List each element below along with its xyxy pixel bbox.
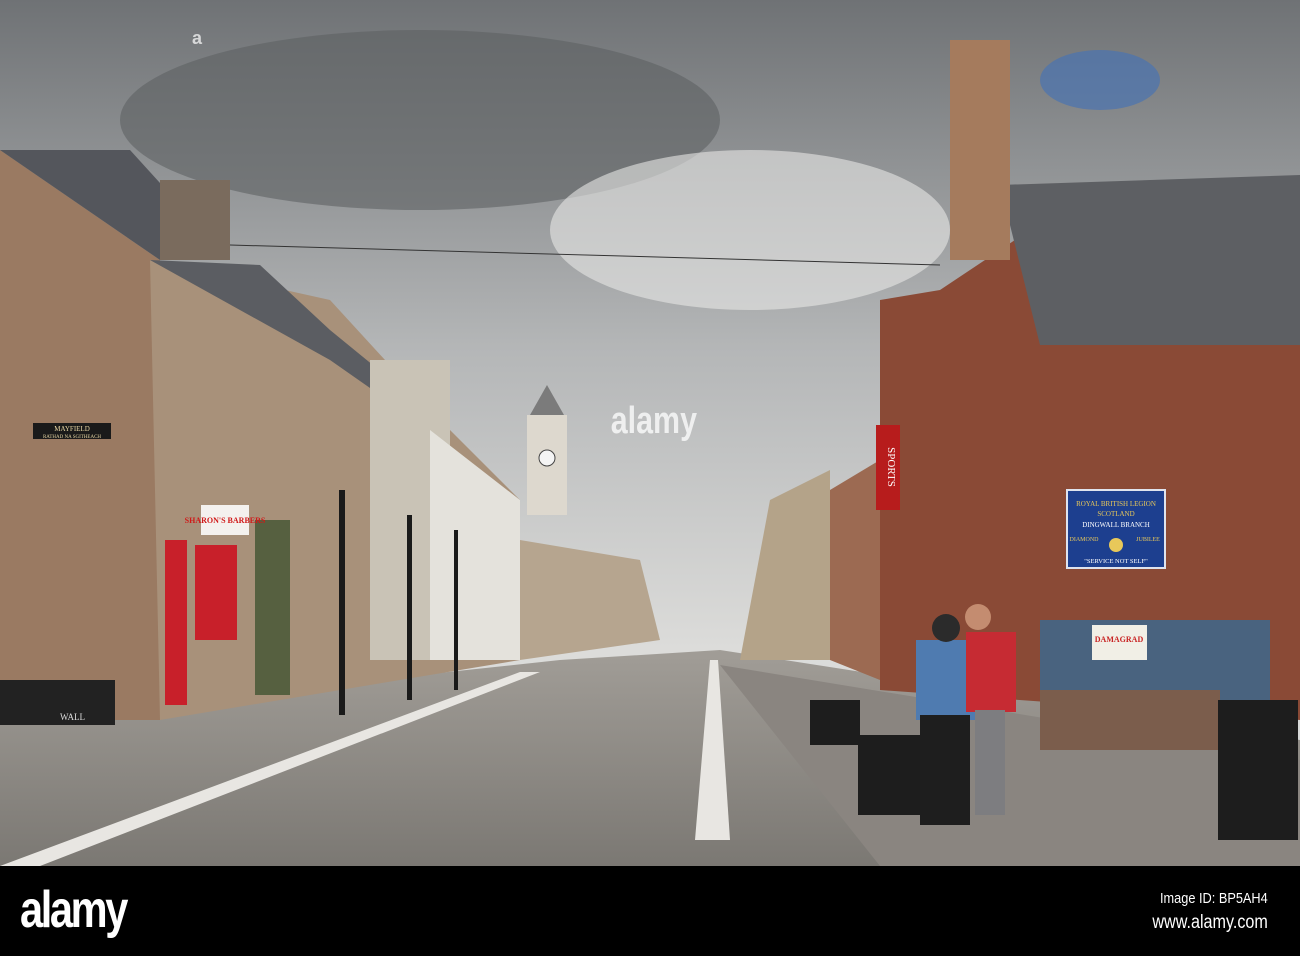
person-head [932,614,960,642]
svg-text:RATHAD NA SGITHEACH: RATHAD NA SGITHEACH [43,435,101,440]
person-denim-legs [920,715,970,825]
planter-right [810,700,860,745]
person-head [965,604,991,630]
right-shops [830,460,880,680]
alamy-logo: alamy [20,881,128,939]
lamp-post [339,490,345,715]
planter-right [858,735,928,815]
svg-text:DIAMOND: DIAMOND [1070,537,1100,543]
svg-text:MAYFIELD: MAYFIELD [54,425,90,433]
lamp-post [454,530,458,690]
planter-text: WALL [60,712,85,722]
royal-british-legion-sign: ROYAL BRITISH LEGION SCOTLAND DINGWALL B… [1066,489,1166,569]
slate-roof-right [1000,175,1300,345]
watermark-small: a [192,28,203,48]
railings [1040,620,1270,700]
chimney [160,180,230,260]
red-shopfront [195,545,237,640]
low-wall [1040,690,1220,750]
site-url: www.alamy.com [1152,912,1268,933]
street-name-sign: MAYFIELD RATHAD NA SGITHEACH [33,423,111,440]
photo-frame: MAYFIELD RATHAD NA SGITHEACH SHARON'S BA… [0,0,1300,956]
svg-text:SCOTLAND: SCOTLAND [1097,510,1134,518]
person-red-shirt [966,632,1016,712]
green-door [255,520,290,695]
svg-text:DINGWALL BRANCH: DINGWALL BRANCH [1082,521,1150,529]
svg-text:SHARON'S BARBERS: SHARON'S BARBERS [185,516,266,525]
svg-text:DAMAGRAD: DAMAGRAD [1095,635,1144,644]
planter [0,680,115,725]
footer-bar: alamy Image ID: BP5AH4 www.alamy.com [0,866,1300,956]
chimney-right [950,40,1010,260]
event-banner: DAMAGRAD [1092,625,1147,660]
svg-text:"SERVICE NOT SELF": "SERVICE NOT SELF" [1084,558,1148,565]
blue-sky-patch [1040,50,1160,110]
svg-text:ROYAL BRITISH LEGION: ROYAL BRITISH LEGION [1076,500,1156,508]
svg-text:JUBILEE: JUBILEE [1136,537,1160,543]
watermark-center: alamy [610,400,697,442]
image-id: Image ID: BP5AH4 [1160,890,1268,907]
sports-sign: SPORTS [876,425,900,510]
litter-bin [1218,700,1298,840]
cloud [550,150,950,310]
red-door [165,540,187,705]
person-legs [975,710,1005,815]
lamp-post [407,515,412,700]
clock-face [538,449,556,467]
svg-text:SPORTS: SPORTS [885,447,897,487]
